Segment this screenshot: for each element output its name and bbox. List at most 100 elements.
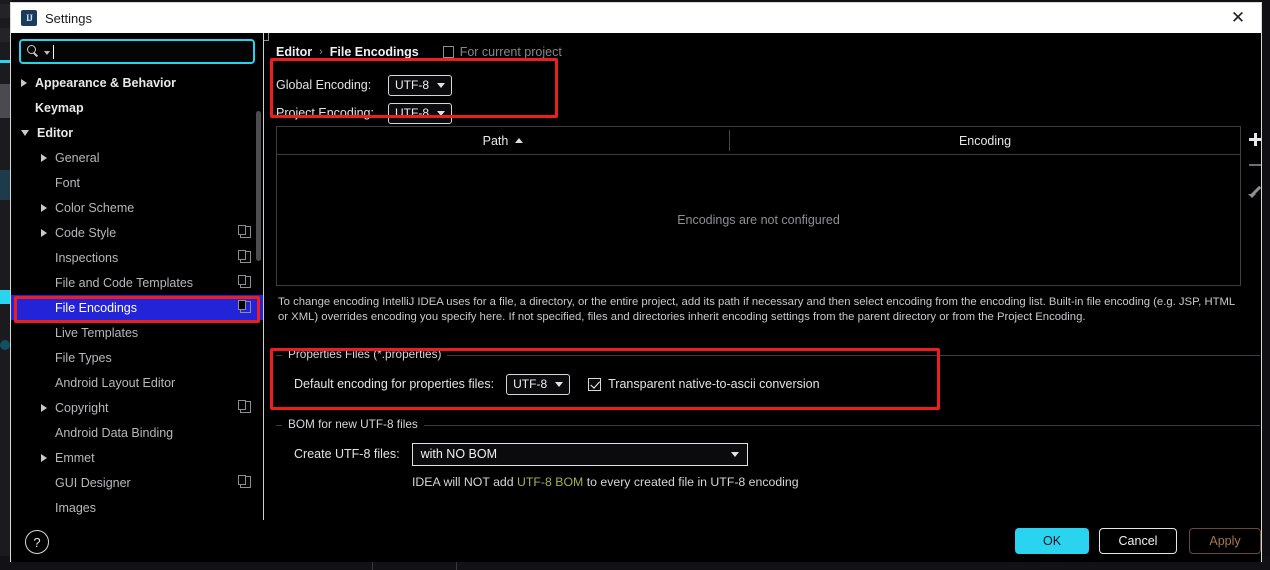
project-scope-icon xyxy=(238,250,251,263)
sidebar-scrollbar-thumb[interactable] xyxy=(256,111,261,261)
sidebar-item-gui-designer[interactable]: GUI Designer xyxy=(11,470,263,495)
sidebar-item-android-data-binding[interactable]: Android Data Binding xyxy=(11,420,263,445)
table-header-row: Path Encoding xyxy=(277,127,1240,155)
sidebar-item-editor[interactable]: Editor xyxy=(11,120,263,145)
ide-chip xyxy=(0,290,10,304)
sidebar-item-label: GUI Designer xyxy=(55,475,131,490)
sidebar-item-label: Editor xyxy=(37,125,74,140)
encodings-table: Path Encoding Encodings are not configur… xyxy=(276,126,1241,286)
breadcrumb-parent[interactable]: Editor xyxy=(276,45,312,59)
project-encoding-dropdown[interactable]: UTF-8 xyxy=(388,102,452,124)
global-encoding-label: Global Encoding: xyxy=(276,78,372,92)
checkbox-icon xyxy=(588,377,602,391)
properties-default-encoding-row: Default encoding for properties files: U… xyxy=(294,371,1260,397)
ide-chip xyxy=(0,84,10,118)
sidebar-item-label: Copyright xyxy=(55,400,109,415)
chevron-right-icon[interactable] xyxy=(41,203,47,212)
sidebar-item-code-style[interactable]: Code Style xyxy=(11,220,263,245)
properties-encoding-value: UTF-8 xyxy=(513,377,548,391)
global-encoding-value: UTF-8 xyxy=(395,78,429,92)
chevron-right-icon[interactable] xyxy=(21,78,27,87)
bom-mode-value: with NO BOM xyxy=(420,447,497,461)
sidebar-item-label: Live Templates xyxy=(55,325,139,340)
sidebar-item-appearance-behavior[interactable]: Appearance & Behavior xyxy=(11,70,263,95)
remove-row-button[interactable] xyxy=(1242,152,1261,178)
sort-ascending-icon xyxy=(515,138,524,143)
search-box[interactable] xyxy=(19,39,255,64)
edit-row-button[interactable] xyxy=(1242,178,1261,204)
chevron-down-icon[interactable] xyxy=(44,51,50,55)
bom-note-prefix: IDEA will NOT add xyxy=(412,475,518,489)
project-scope-icon xyxy=(238,300,251,313)
chevron-down-icon[interactable] xyxy=(21,129,29,136)
sidebar-item-color-scheme[interactable]: Color Scheme xyxy=(11,195,263,220)
add-row-button[interactable] xyxy=(1242,126,1261,152)
project-scope-icon xyxy=(238,400,251,413)
properties-files-title: Properties Files (*.properties) xyxy=(282,347,448,361)
sidebar-item-label: Font xyxy=(55,175,81,190)
sidebar-item-label: Inspections xyxy=(55,250,119,265)
project-encoding-label: Project Encoding: xyxy=(276,106,374,120)
search-icon xyxy=(27,44,42,59)
sidebar-scrollbar-track[interactable] xyxy=(256,71,262,511)
column-header-encoding-label: Encoding xyxy=(958,133,1012,148)
sidebar-item-file-and-code-templates[interactable]: File and Code Templates xyxy=(11,270,263,295)
chevron-right-icon[interactable] xyxy=(41,453,47,462)
apply-button[interactable]: Apply xyxy=(1189,528,1261,554)
properties-files-section: Properties Files (*.properties) Default … xyxy=(276,347,1260,401)
sidebar-item-font[interactable]: Font xyxy=(11,170,263,195)
transparent-native-to-ascii-checkbox[interactable]: Transparent native-to-ascii conversion xyxy=(588,377,820,391)
sidebar-item-emmet[interactable]: Emmet xyxy=(11,445,263,470)
sidebar-item-label: File Types xyxy=(55,350,112,365)
chevron-right-icon[interactable] xyxy=(41,403,47,412)
project-scope-icon xyxy=(238,225,251,238)
search-container xyxy=(11,33,263,64)
sidebar-item-images[interactable]: Images xyxy=(11,495,263,520)
sidebar-item-label: Appearance & Behavior xyxy=(35,75,177,90)
column-header-path[interactable]: Path xyxy=(277,127,729,154)
ok-button[interactable]: OK xyxy=(1015,528,1089,554)
close-icon[interactable]: ✕ xyxy=(1215,3,1261,33)
bom-note-accent: UTF-8 BOM xyxy=(517,475,584,489)
table-empty-message: Encodings are not configured xyxy=(677,213,840,227)
sidebar-item-label: Keymap xyxy=(35,100,84,115)
properties-encoding-dropdown[interactable]: UTF-8 xyxy=(506,373,571,395)
project-scope-indicator: For current project xyxy=(442,45,562,59)
sidebar-item-label: File Encodings xyxy=(55,300,137,315)
sidebar-item-label: Android Data Binding xyxy=(55,425,174,440)
sidebar-item-live-templates[interactable]: Live Templates xyxy=(11,320,263,345)
sidebar-item-file-types[interactable]: File Types xyxy=(11,345,263,370)
sidebar-item-label: Android Layout Editor xyxy=(55,375,176,390)
breadcrumb-current: File Encodings xyxy=(329,45,419,59)
create-utf8-files-row: Create UTF-8 files: with NO BOM xyxy=(294,441,1260,467)
sidebar-item-android-layout-editor[interactable]: Android Layout Editor xyxy=(11,370,263,395)
settings-sidebar: Appearance & Behavior Keymap Editor General… xyxy=(11,33,264,520)
settings-content: Editor › File Encodings For current proj… xyxy=(264,33,1261,520)
breadcrumb: Editor › File Encodings For current proj… xyxy=(264,33,1261,65)
cancel-button[interactable]: Cancel xyxy=(1099,528,1177,554)
dialog-title: Settings xyxy=(45,10,92,26)
sidebar-item-copyright[interactable]: Copyright xyxy=(11,395,263,420)
sidebar-item-label: Images xyxy=(55,500,96,515)
ide-chip xyxy=(0,4,10,18)
sidebar-item-keymap[interactable]: Keymap xyxy=(11,95,263,120)
settings-tree: Appearance & Behavior Keymap Editor General… xyxy=(11,70,263,520)
column-header-path-label: Path xyxy=(482,133,509,148)
global-encoding-dropdown[interactable]: UTF-8 xyxy=(388,74,452,96)
chevron-right-icon[interactable] xyxy=(41,153,47,162)
bom-mode-dropdown[interactable]: with NO BOM xyxy=(411,442,748,466)
dialog-footer: ? OK Cancel Apply xyxy=(11,520,1261,562)
help-button[interactable]: ? xyxy=(25,530,49,554)
sidebar-item-inspections[interactable]: Inspections xyxy=(11,245,263,270)
chevron-right-icon[interactable] xyxy=(41,228,47,237)
sidebar-item-file-encodings[interactable]: File Encodings xyxy=(11,295,263,320)
sidebar-item-general[interactable]: General xyxy=(11,145,263,170)
column-header-encoding[interactable]: Encoding xyxy=(730,127,1240,154)
ide-chip xyxy=(0,60,10,63)
encodings-hint-text: To change encoding IntelliJ IDEA uses fo… xyxy=(278,296,1235,323)
bom-note-suffix: to every created file in UTF-8 encoding xyxy=(583,475,799,489)
bom-section-title: BOM for new UTF-8 files xyxy=(282,417,424,431)
dialog-titlebar[interactable]: IJ Settings ✕ xyxy=(11,3,1261,33)
breadcrumb-separator-icon: › xyxy=(319,46,323,58)
search-input[interactable] xyxy=(58,43,253,60)
